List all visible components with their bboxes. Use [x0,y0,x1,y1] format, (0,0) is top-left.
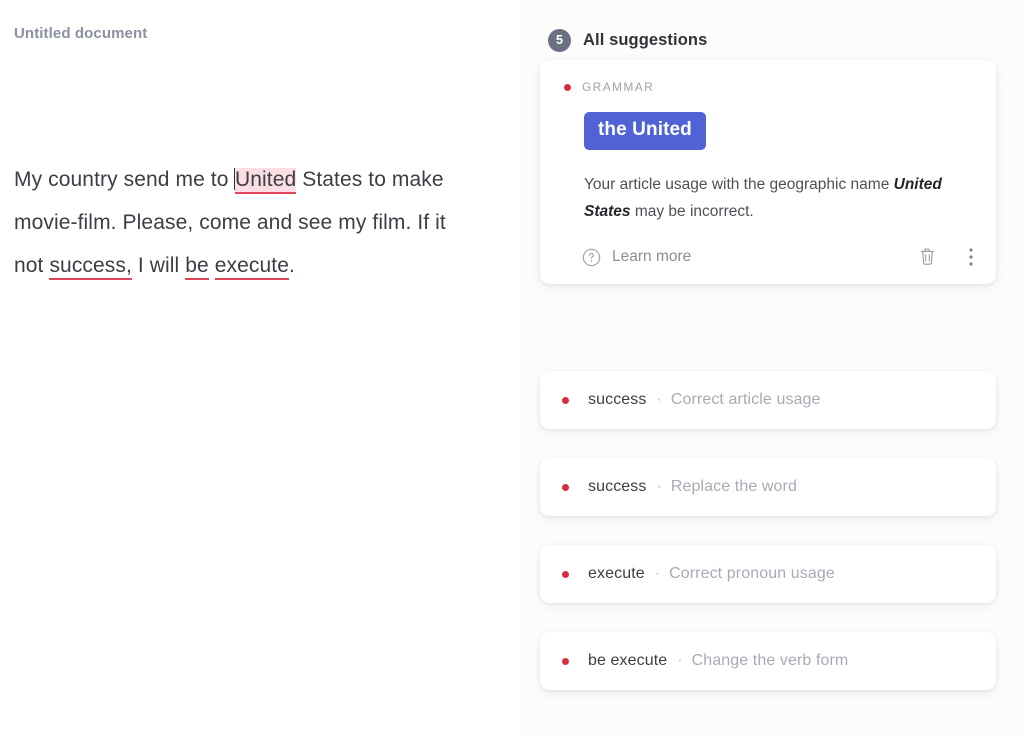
suggestion-action-text: Change the verb form [691,652,849,669]
error-underline-execute[interactable]: execute [214,254,290,280]
description-text-after: may be incorrect. [630,203,754,220]
text-segment-3: I will [131,254,186,277]
description-text-before: Your article usage with the geographic n… [584,176,894,193]
suggestions-title: All suggestions [583,31,708,49]
suggestion-list-item-1[interactable]: success · Correct article usage [540,371,996,429]
text-segment-4 [209,254,215,277]
suggestions-pane: 5 All suggestions GRAMMAR the United You… [520,0,1024,735]
suggestion-separator: · [677,652,683,669]
suggestion-target-text: success [588,478,647,495]
suggestion-actions-row: Learn more [582,246,974,268]
suggestions-header: 5 All suggestions [548,29,707,52]
replacement-suggestion-chip[interactable]: the United [584,112,706,150]
suggestion-category-label: GRAMMAR [582,80,655,94]
document-text-body[interactable]: My country send me to United States to m… [14,158,474,287]
suggestion-description: Your article usage with the geographic n… [584,171,944,225]
suggestion-separator: · [656,391,662,408]
suggestion-dot-icon [562,483,569,491]
text-segment-1: My country send me to [14,168,235,191]
primary-suggestion-card[interactable]: GRAMMAR the United Your article usage wi… [540,60,996,284]
learn-more-label: Learn more [612,248,692,265]
error-highlight-united[interactable]: United [234,168,297,194]
category-dot-icon [564,83,571,91]
suggestion-action-text: Correct article usage [670,391,821,408]
suggestion-separator: · [656,478,662,495]
suggestion-target-text: execute [588,565,645,582]
suggestion-dot-icon [562,396,569,404]
suggestion-dot-icon [562,570,569,578]
suggestion-target-text: success [588,391,647,408]
learn-more-button[interactable]: Learn more [582,248,691,267]
suggestion-list-item-4[interactable]: be execute · Change the verb form [540,632,996,690]
text-segment-5: . [289,254,295,277]
suggestions-count-badge: 5 [548,29,571,52]
suggestion-list-item-2[interactable]: success · Replace the word [540,458,996,516]
suggestion-target-text: be execute [588,652,668,669]
trash-icon[interactable] [917,246,938,268]
suggestion-category-row: GRAMMAR [564,80,974,94]
suggestion-separator: · [654,565,661,582]
error-underline-success[interactable]: success, [49,254,132,280]
suggestion-action-text: Correct pronoun usage [669,565,835,582]
document-title[interactable]: Untitled document [14,25,147,42]
error-underline-be[interactable]: be [185,254,209,280]
document-editor-pane: Untitled document My country send me to … [0,0,520,735]
suggestion-action-text: Replace the word [670,478,797,495]
more-vertical-icon[interactable] [968,246,974,268]
suggestion-list-item-3[interactable]: execute · Correct pronoun usage [540,545,996,603]
suggestion-dot-icon [562,657,569,665]
question-circle-icon [582,248,601,267]
